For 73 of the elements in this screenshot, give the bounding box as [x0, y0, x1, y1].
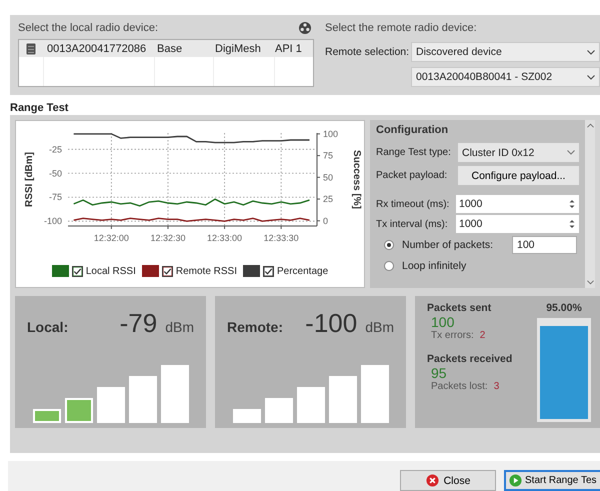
spinner-arrows-icon[interactable] [568, 198, 576, 210]
tick-label: 12:32:30 [150, 233, 186, 243]
legend-item[interactable]: Percentage [243, 265, 328, 277]
tick-label: 0 [323, 216, 328, 226]
chevron-down-icon [587, 74, 595, 80]
device-row[interactable]: 0013A20041772086 Base DigiMesh API 1 [19, 40, 313, 57]
table-cell-text: DigiMesh [214, 42, 262, 54]
stat-label: Tx errors: [431, 330, 474, 341]
chevron-up-icon[interactable] [586, 123, 594, 128]
play-icon [509, 474, 522, 487]
section-title: Range Test [9, 101, 70, 115]
card-label: Local: [27, 319, 70, 335]
tick-label: -50 [48, 168, 62, 178]
network-icon[interactable] [298, 21, 312, 35]
radio-option[interactable]: Loop infinitely [384, 260, 512, 272]
stat-value: 2 [480, 330, 486, 341]
legend-label: Percentage [277, 266, 328, 276]
unit-label: dBm [165, 319, 194, 335]
tick-label: 100 [323, 128, 338, 139]
signal-value: -79 [120, 308, 158, 339]
tick-label: 12:32:00 [94, 233, 129, 243]
field-label: Tx interval (ms): [376, 218, 449, 230]
section-label: Select the remote radio device: [325, 21, 478, 36]
field-label: Remote selection: [325, 46, 410, 58]
unit-label: dBm [365, 319, 394, 335]
tick-label: -25 [48, 144, 62, 154]
type-dropdown[interactable]: Cluster ID 0x12 [458, 143, 579, 162]
stat-label: Packets sent [427, 302, 492, 314]
field-label: Range Test type: [376, 147, 452, 158]
table-cell-text: Base [156, 42, 184, 54]
start-button[interactable]: Start Range Tes [504, 470, 600, 491]
number-field[interactable]: 1000 [456, 215, 579, 233]
stat-value: 100 [430, 314, 456, 330]
legend-label: Remote RSSI [176, 266, 237, 276]
tick-label: 50 [323, 172, 334, 182]
table-cell-text: API 1 [274, 42, 302, 54]
axis-title: RSSI [dBm] [24, 152, 35, 207]
tick-label: 12:33:00 [207, 233, 242, 243]
tick-label: 25 [323, 194, 334, 204]
card-label: Remote: [227, 319, 284, 335]
scrollbar[interactable] [585, 120, 595, 288]
legend-item[interactable]: Local RSSI [52, 265, 136, 277]
table-cell-text: 0013A20041772086 [46, 42, 148, 54]
chevron-down-icon [587, 50, 595, 54]
stat-label: Packets lost: [431, 381, 488, 392]
stat-label: Packets received [427, 353, 514, 365]
close-icon [426, 474, 439, 487]
field-label: Packet payload: [376, 170, 448, 181]
field-label: Rx timeout (ms): [376, 198, 450, 210]
section-label: Select the local radio device: [18, 22, 158, 34]
radio-option[interactable]: Number of packets: [384, 238, 512, 250]
signal-value: -100 [305, 308, 358, 339]
close-button[interactable]: Close [400, 470, 496, 491]
remote-selection-dropdown[interactable]: Discovered device [411, 42, 600, 62]
tick-label: 12:33:30 [264, 233, 299, 243]
chevron-down-icon [567, 150, 575, 155]
percentage-label: 95.00% [546, 302, 582, 314]
tick-label: 75 [323, 150, 334, 161]
packets-field[interactable]: 100 [512, 236, 577, 254]
radio-module-icon [26, 42, 36, 54]
tick-label: -75 [48, 192, 62, 202]
number-field[interactable]: 1000 [456, 195, 579, 213]
stat-value: 95 [430, 365, 448, 381]
axis-title: Success [%] [351, 150, 362, 209]
panel-title: Configuration [376, 124, 450, 138]
legend-item[interactable]: Remote RSSI [142, 265, 237, 277]
remote-device-dropdown[interactable]: 0013A20040B80041 - SZ002 [411, 67, 600, 87]
stat-value: 3 [494, 381, 500, 392]
spinner-arrows-icon[interactable] [568, 218, 576, 230]
tick-label: -100 [44, 216, 62, 226]
legend-label: Local RSSI [86, 266, 136, 276]
configure-payload-button[interactable]: Configure payload... [458, 166, 579, 185]
chevron-down-icon[interactable] [586, 280, 594, 285]
